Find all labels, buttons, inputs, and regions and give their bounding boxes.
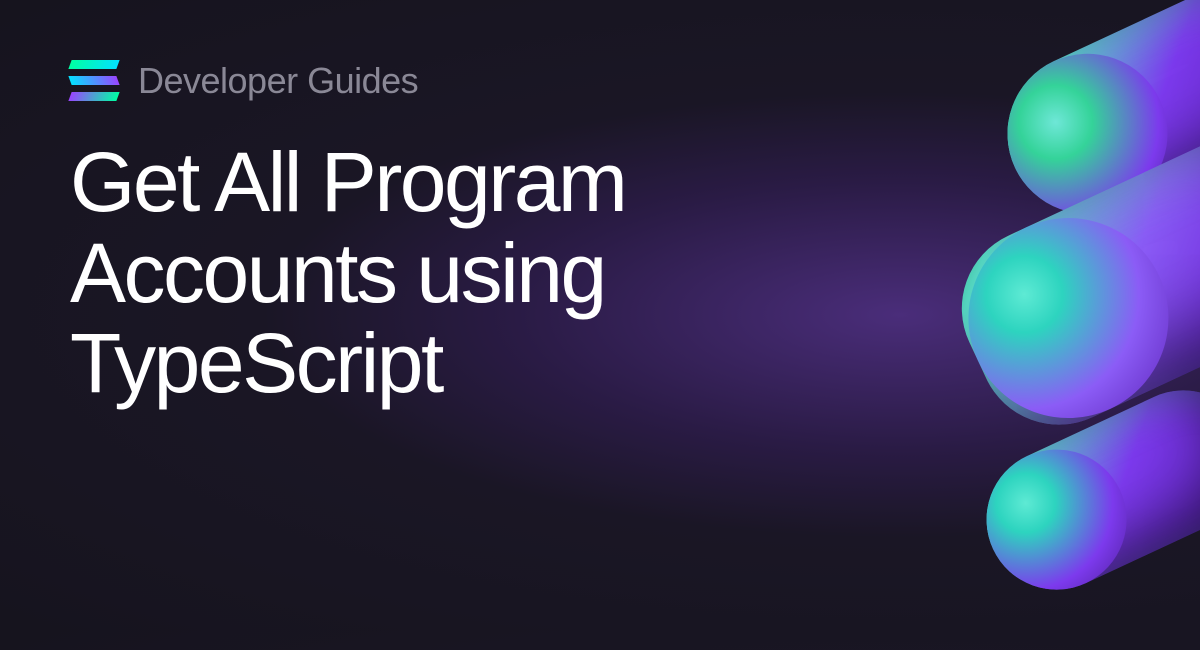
header: Developer Guides (70, 60, 870, 102)
category-label: Developer Guides (138, 60, 418, 102)
solana-logo-icon (70, 60, 118, 102)
page-title: Get All Program Accounts using TypeScrip… (70, 137, 870, 409)
content-container: Developer Guides Get All Program Account… (70, 60, 870, 409)
